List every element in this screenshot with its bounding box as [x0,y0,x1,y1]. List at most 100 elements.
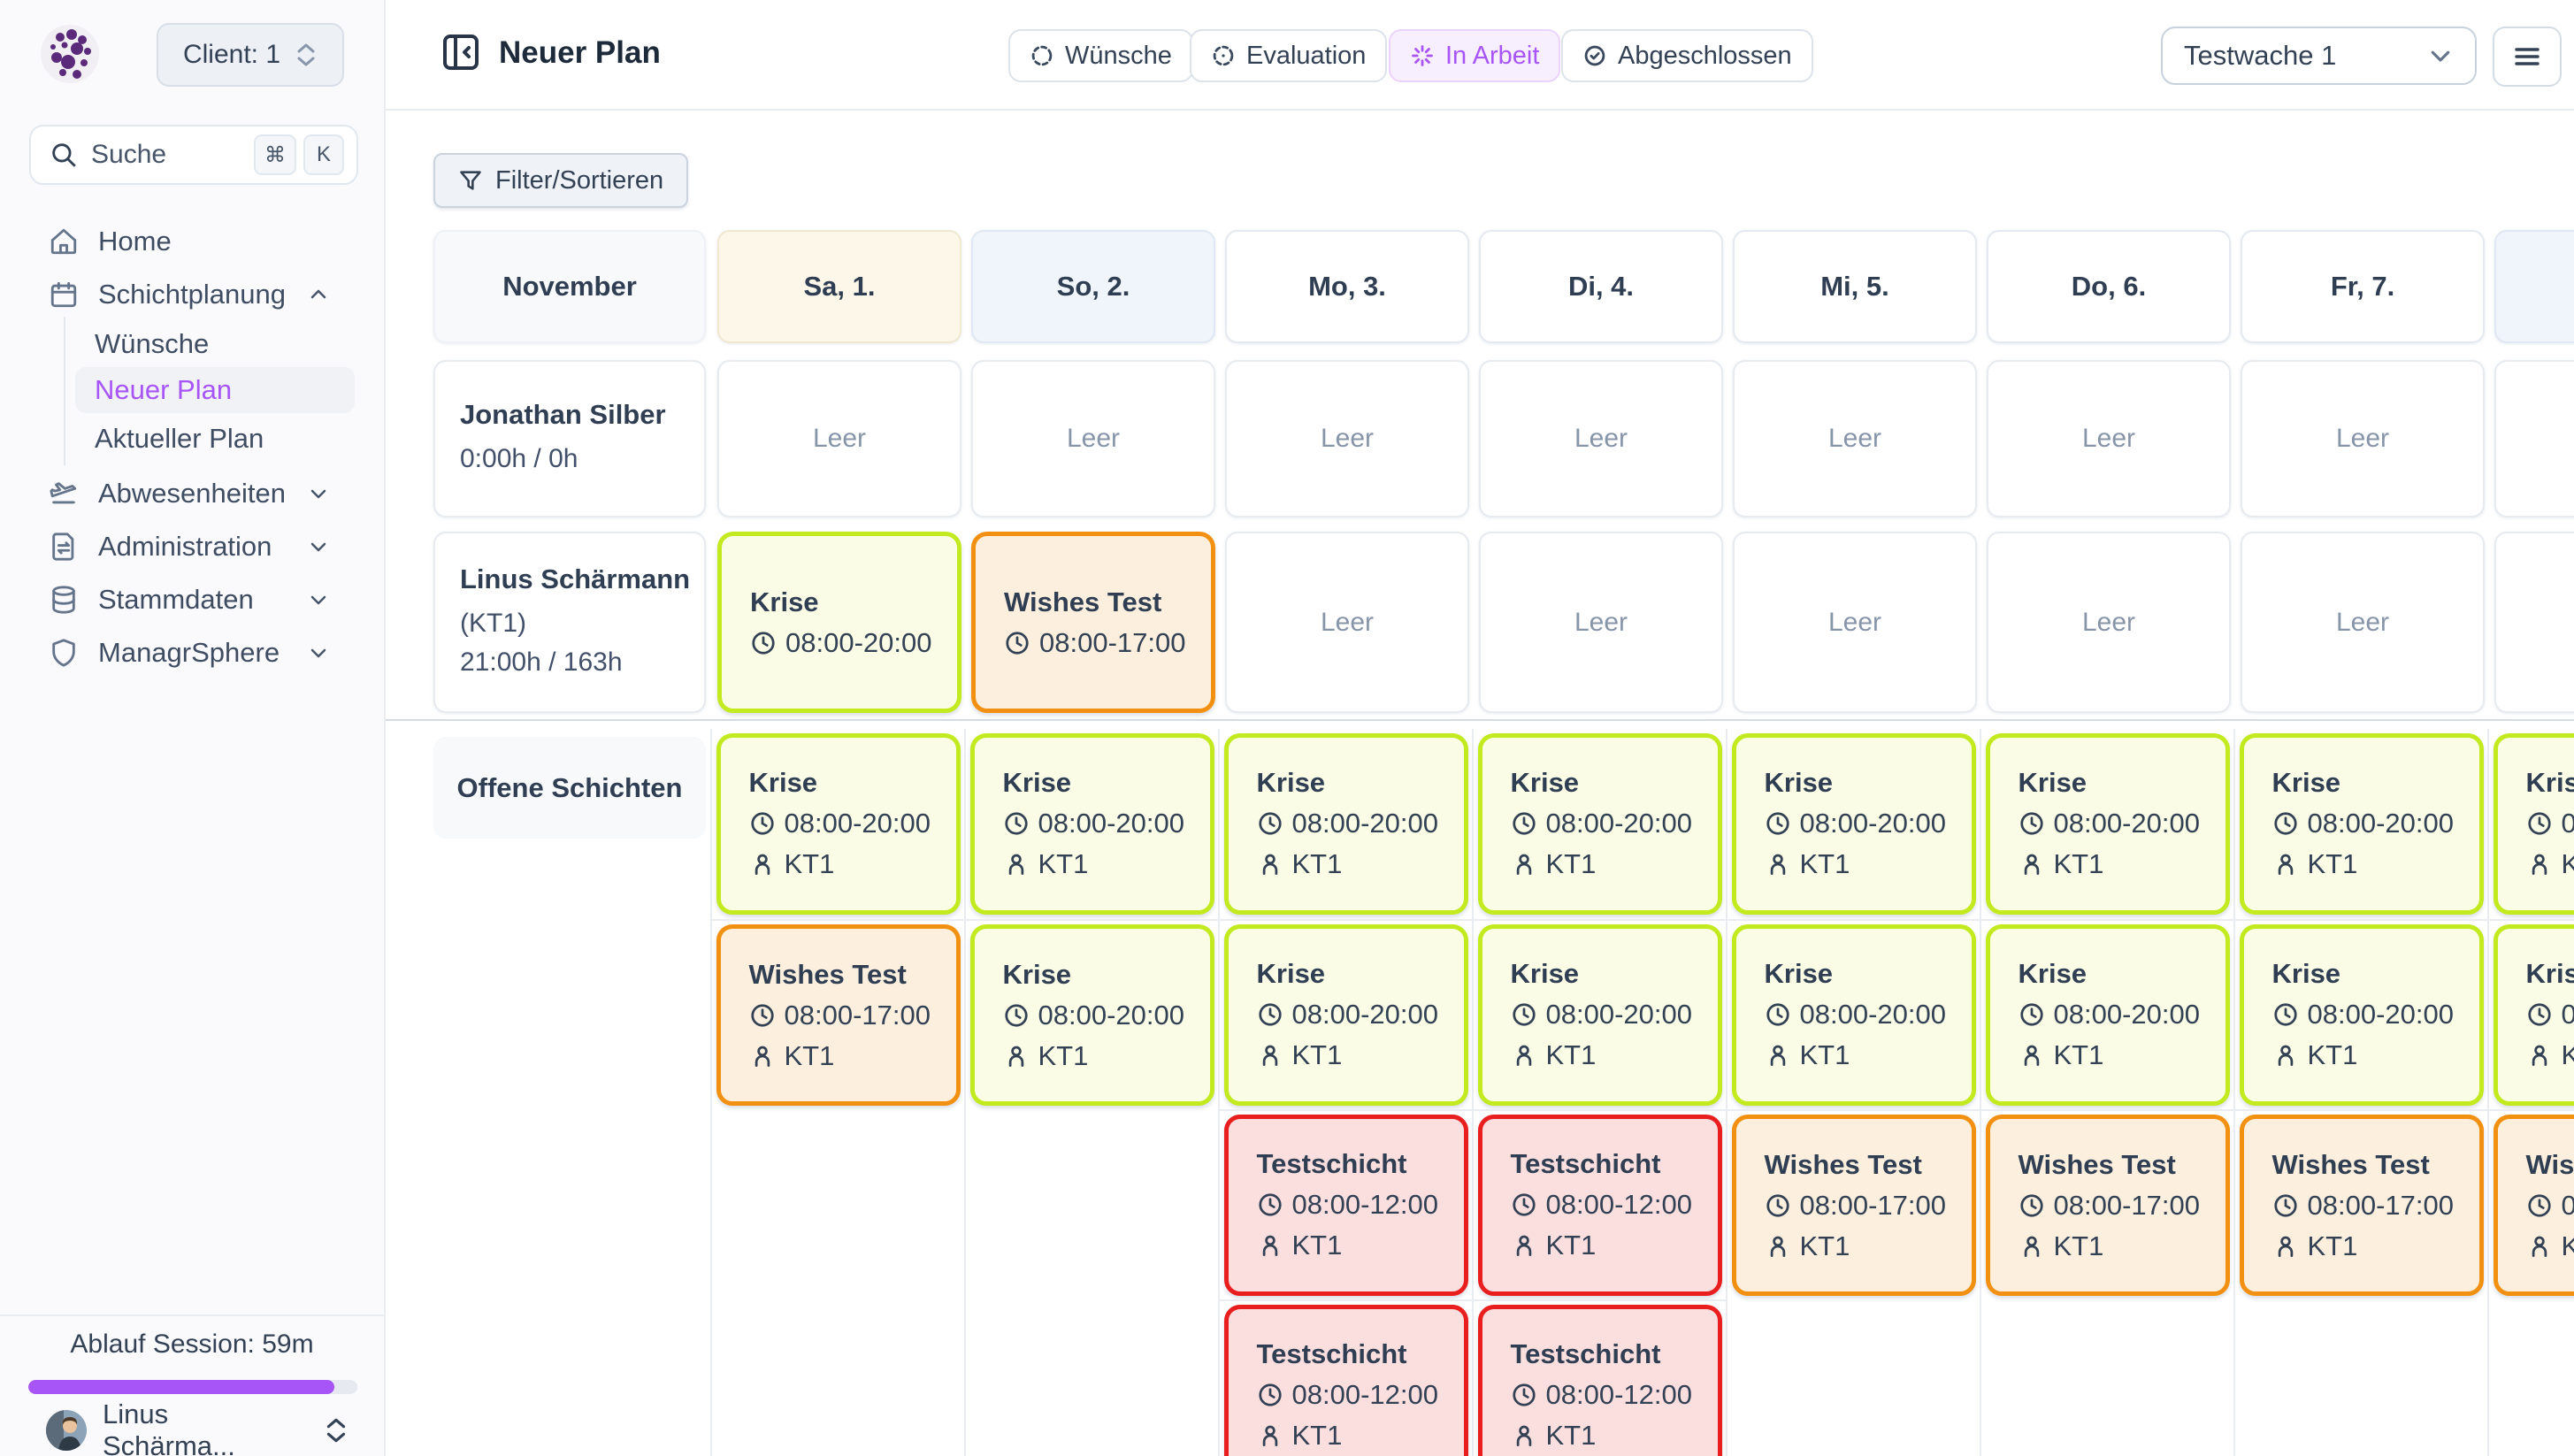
sidebar-item-stammdaten[interactable]: Stammdaten [0,576,384,624]
shift-card-wishes[interactable]: Wishes Test08:00-17:00KT1 [716,924,961,1106]
clock-icon [1004,630,1030,656]
sidebar-item-wuensche[interactable]: Wünsche [0,324,384,364]
status-pill-in-arbeit[interactable]: In Arbeit [1389,29,1560,82]
shift-card-krise[interactable]: Krise08:00-20:00KT1 [2240,733,2484,915]
shift-card-title: Wishes Test [1004,586,1211,618]
shift-card-krise[interactable]: Krise08:00-20:00KT1 [1478,924,1722,1106]
shift-card-title: Krise [2526,767,2574,799]
person-icon [1257,1232,1283,1259]
shift-card-krise[interactable]: Krise08:00-20:00KT1 [970,733,1214,915]
dashed-circle-icon [1030,43,1054,68]
open-shift-slot [712,1299,964,1456]
check-circle-icon [1582,43,1607,68]
sidebar-item-home[interactable]: Home [0,218,384,265]
sidebar: Client: 1 Suche ⌘ K Home [0,0,386,1456]
day-header: Fr, 7. [2241,230,2485,343]
shift-card-krise[interactable]: Krise08:00-20:00KT1 [1224,733,1468,915]
sidebar-item-administration[interactable]: Administration [0,523,384,571]
day-header: Mo, 3. [1225,230,1469,343]
shift-card-krise[interactable]: Krise08:00-20:00KT1 [1478,733,1722,915]
person-icon [1511,1422,1537,1449]
shift-card-krise[interactable]: Krise08:00-20:00KT1 [1732,924,1976,1106]
empty-shift-cell[interactable]: Leer [717,360,961,517]
shift-card-title: Wishes Test [2272,1149,2479,1181]
empty-shift-cell[interactable]: Leer [1225,532,1469,713]
shift-card-role: KT1 [1257,848,1464,880]
shift-card-krise[interactable]: Krise08:00-20:00KT1 [2494,924,2574,1106]
shift-card-role: KT1 [1511,1420,1718,1452]
shift-card-krise[interactable]: Krise08:00-20:00KT1 [716,733,961,915]
user-name: Linus Schärma... [103,1399,308,1456]
shift-card-krise[interactable]: Krise08:00-20:00KT1 [1224,924,1468,1106]
shift-card-krise[interactable]: Krise08:00-20:00KT1 [2240,924,2484,1106]
empty-shift-cell[interactable]: Leer [1733,360,1977,517]
search-icon [49,140,79,170]
sidebar-item-schichtplanung[interactable]: Schichtplanung [0,271,384,318]
open-shift-slot [2489,1299,2574,1456]
status-pill-evaluation[interactable]: Evaluation [1190,29,1387,82]
sidebar-item-aktueller-plan[interactable]: Aktueller Plan [0,418,384,459]
shift-card-time: 08:00-20:00 [1765,999,1972,1031]
shift-card-krise[interactable]: Krise08:00-20:00KT1 [1986,733,2230,915]
empty-shift-cell[interactable]: Leer [1987,532,2231,713]
shift-card-wishes[interactable]: Wishes Test08:00-17:00KT1 [2240,1115,2484,1296]
shift-card-time: 08:00-20:00 [2272,808,2479,839]
empty-shift-cell[interactable]: Leer [2494,532,2574,713]
user-menu[interactable]: Linus Schärma... [46,1408,349,1452]
empty-shift-cell[interactable]: Leer [1479,532,1723,713]
status-pill-wuensche[interactable]: Wünsche [1008,29,1193,82]
shift-card-krise[interactable]: Krise08:00-20:00KT1 [970,924,1214,1106]
app-window: Client: 1 Suche ⌘ K Home [0,0,2574,1456]
person-icon [1765,1233,1791,1260]
empty-shift-cell[interactable]: Leer [971,360,1215,517]
shift-card-title: Testschicht [1257,1148,1464,1180]
shift-card-title: Krise [1257,767,1464,799]
shift-card-wishes[interactable]: Wishes Test08:00-17:00 [971,532,1215,713]
sidebar-item-abwesenheiten[interactable]: Abwesenheiten [0,470,384,517]
shift-cell: Krise08:00-20:00 [717,532,961,713]
shift-card-role: KT1 [1511,848,1718,880]
empty-shift-cell[interactable]: Leer [1225,360,1469,517]
status-pill-abgeschlossen[interactable]: Abgeschlossen [1561,29,1813,82]
shift-card-test[interactable]: Testschicht08:00-12:00KT1 [1478,1115,1722,1296]
shift-card-test[interactable]: Testschicht08:00-12:00KT1 [1478,1305,1722,1456]
open-shift-slot: Krise08:00-20:00KT1 [1727,729,1980,919]
sidebar-item-managrsphere[interactable]: ManagrSphere [0,629,384,677]
empty-shift-cell[interactable]: Leer [1733,532,1977,713]
sidebar-item-label: Wünsche [95,328,209,360]
shift-card-test[interactable]: Testschicht08:00-12:00KT1 [1224,1305,1468,1456]
search-input[interactable]: Suche ⌘ K [29,125,358,185]
person-icon [1257,851,1283,877]
sidebar-footer: Ablauf Session: 59m Linus Schärma... [0,1314,384,1456]
shift-card-role: KT1 [2526,1230,2574,1262]
sidebar-item-neuer-plan[interactable]: Neuer Plan [75,367,355,413]
empty-shift-cell[interactable]: Leer [2241,360,2485,517]
person-icon [2526,1233,2553,1260]
client-selector[interactable]: Client: 1 [157,23,344,87]
shift-card-krise[interactable]: Krise08:00-20:00KT1 [2494,733,2574,915]
session-progress-fill [28,1380,334,1394]
open-shift-slot: Wishes Test08:00-17:00KT1 [712,919,964,1109]
page-title: Neuer Plan [499,35,661,71]
empty-shift-cell[interactable]: Leer [2494,360,2574,517]
empty-shift-cell[interactable]: Leer [1479,360,1723,517]
station-selector[interactable]: Testwache 1 [2161,27,2477,85]
shift-card-wishes[interactable]: Wishes Test08:00-17:00KT1 [1986,1115,2230,1296]
shift-card-krise[interactable]: Krise08:00-20:00KT1 [1986,924,2230,1106]
collapse-sidebar-icon[interactable] [440,30,482,74]
empty-shift-cell[interactable]: Leer [2241,532,2485,713]
shift-card-test[interactable]: Testschicht08:00-12:00KT1 [1224,1115,1468,1296]
shift-card-krise[interactable]: Krise08:00-20:00 [717,532,961,713]
empty-shift-cell[interactable]: Leer [1987,360,2231,517]
filter-sort-button[interactable]: Filter/Sortieren [433,153,688,208]
shift-card-krise[interactable]: Krise08:00-20:00KT1 [1732,733,1976,915]
shift-card-wishes[interactable]: Wishes Test08:00-17:00KT1 [2494,1115,2574,1296]
day-header [2494,230,2574,343]
spinner-icon [1410,43,1435,68]
shift-card-title: Krise [2272,767,2479,799]
plane-icon [49,479,79,509]
shift-card-title: Testschicht [1257,1338,1464,1370]
menu-button[interactable] [2493,27,2562,87]
sidebar-item-label: Aktueller Plan [95,423,264,455]
shift-card-wishes[interactable]: Wishes Test08:00-17:00KT1 [1732,1115,1976,1296]
